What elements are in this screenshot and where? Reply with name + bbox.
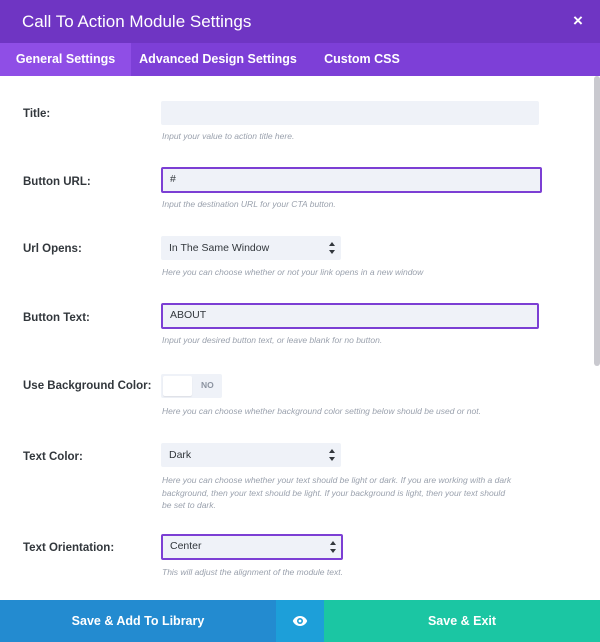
tab-bar: General Settings Advanced Design Setting… bbox=[0, 43, 600, 76]
text-color-value: Dark bbox=[169, 449, 192, 461]
select-arrows-icon bbox=[329, 541, 337, 553]
title-label: Title: bbox=[23, 108, 51, 120]
modal-header: Call To Action Module Settings × bbox=[0, 0, 600, 43]
text-color-select[interactable]: Dark bbox=[161, 443, 341, 467]
use-background-color-toggle[interactable]: NO bbox=[161, 374, 222, 398]
url-opens-help: Here you can choose whether or not your … bbox=[162, 267, 424, 277]
url-opens-value: In The Same Window bbox=[169, 242, 270, 254]
title-help: Input your value to action title here. bbox=[162, 131, 295, 141]
button-text-label: Button Text: bbox=[23, 312, 90, 324]
text-color-help: Here you can choose whether your text sh… bbox=[162, 475, 512, 510]
save-add-to-library-button[interactable]: Save & Add To Library bbox=[0, 600, 276, 642]
button-text-help: Input your desired button text, or leave… bbox=[162, 335, 383, 345]
modal-title: Call To Action Module Settings bbox=[22, 12, 252, 31]
button-url-label: Button URL: bbox=[23, 176, 91, 188]
eye-icon bbox=[292, 616, 308, 626]
select-arrows-icon bbox=[328, 242, 336, 254]
text-orientation-select[interactable]: Center bbox=[161, 534, 343, 560]
url-opens-label: Url Opens: bbox=[23, 243, 82, 255]
scrollbar[interactable] bbox=[594, 76, 600, 366]
toggle-knob bbox=[163, 376, 192, 396]
settings-form: Title: Input your value to action title … bbox=[0, 76, 600, 600]
title-input[interactable] bbox=[161, 101, 539, 125]
tab-advanced-design-settings[interactable]: Advanced Design Settings bbox=[131, 43, 305, 76]
modal-footer: Save & Add To Library Save & Exit bbox=[0, 600, 600, 642]
save-exit-button[interactable]: Save & Exit bbox=[324, 600, 600, 642]
toggle-state-text: NO bbox=[201, 380, 214, 390]
button-url-help: Input the destination URL for your CTA b… bbox=[162, 199, 336, 209]
text-orientation-value: Center bbox=[170, 540, 202, 552]
text-color-label: Text Color: bbox=[23, 451, 83, 463]
use-background-color-label: Use Background Color: bbox=[23, 380, 152, 392]
text-orientation-label: Text Orientation: bbox=[23, 542, 115, 554]
tab-general-settings[interactable]: General Settings bbox=[0, 43, 131, 76]
tab-custom-css[interactable]: Custom CSS bbox=[305, 43, 419, 76]
url-opens-select[interactable]: In The Same Window bbox=[161, 236, 341, 260]
select-arrows-icon bbox=[328, 449, 336, 461]
text-orientation-help: This will adjust the alignment of the mo… bbox=[162, 567, 343, 577]
button-text-input[interactable]: ABOUT bbox=[161, 303, 539, 329]
close-button[interactable]: × bbox=[566, 8, 590, 34]
preview-button[interactable] bbox=[276, 600, 324, 642]
button-url-input[interactable]: # bbox=[161, 167, 542, 193]
use-background-color-help: Here you can choose whether background c… bbox=[162, 406, 481, 416]
